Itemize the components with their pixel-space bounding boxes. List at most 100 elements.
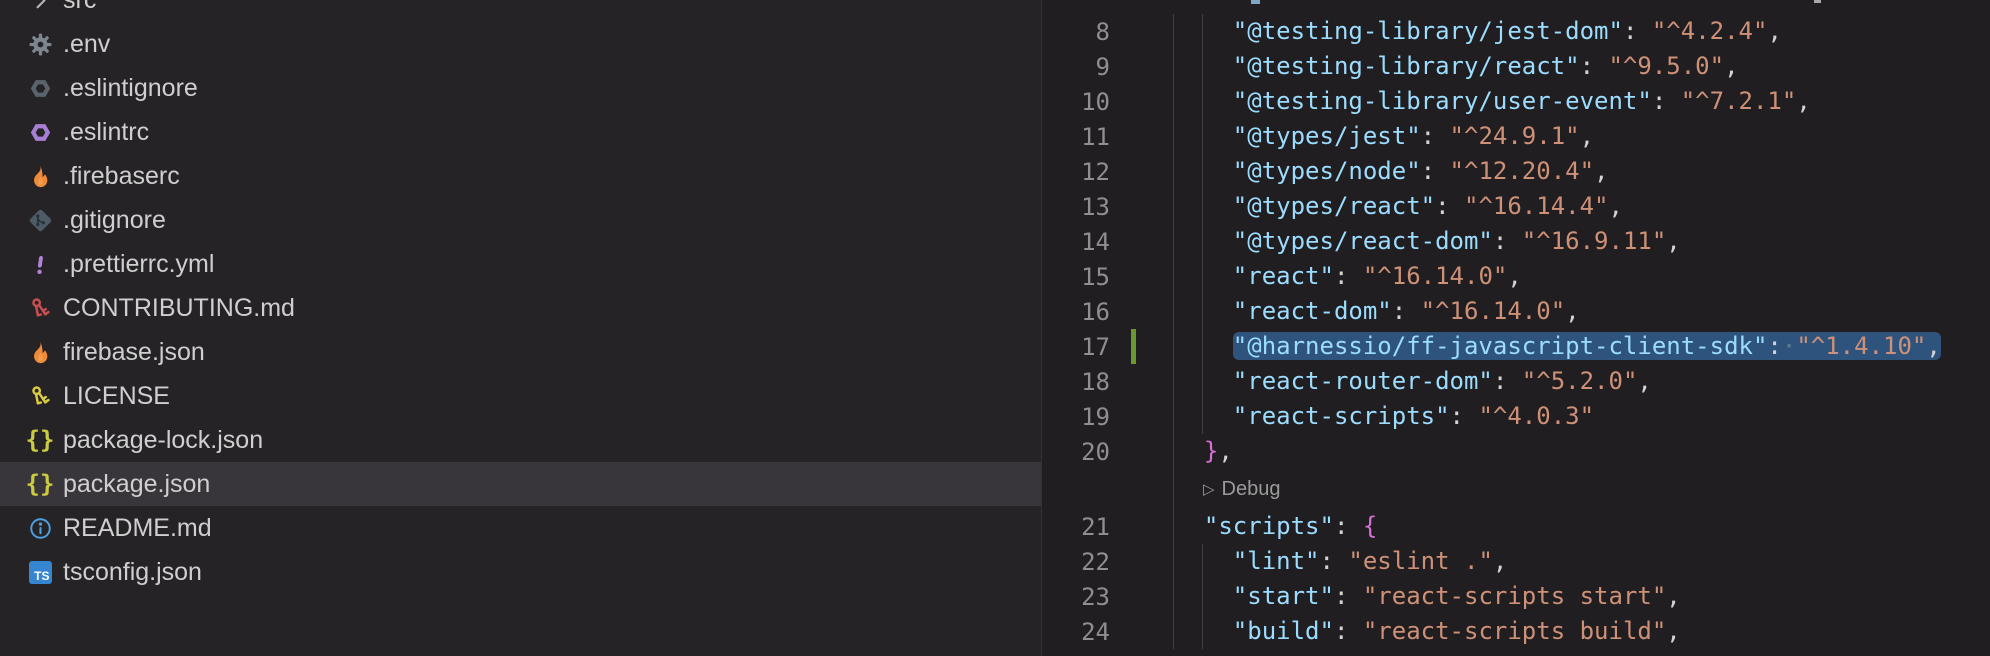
file-item-.firebaserc[interactable]: .firebaserc <box>0 154 1041 198</box>
code-area[interactable]: 8 "@testing-library/jest-dom": "^4.2.4",… <box>1042 14 1990 649</box>
file-item-.env[interactable]: .env <box>0 22 1041 66</box>
codelens-row: ▷ Debug <box>1042 469 1990 509</box>
gear-icon <box>26 30 54 58</box>
code-line-8[interactable]: 8 "@testing-library/jest-dom": "^4.2.4", <box>1042 14 1990 49</box>
code-line-23[interactable]: 23 "start": "react-scripts start", <box>1042 579 1990 614</box>
code-line-14[interactable]: 14 "@types/react-dom": "^16.9.11", <box>1042 224 1990 259</box>
file-label: README.md <box>63 514 212 543</box>
code-text: "@types/node": "^12.20.4", <box>1175 154 1609 189</box>
file-item-.prettierrc.yml[interactable]: .prettierrc.yml <box>0 242 1041 286</box>
code-line-10[interactable]: 10 "@testing-library/user-event": "^7.2.… <box>1042 84 1990 119</box>
code-text: "react": "^16.14.0", <box>1175 259 1522 294</box>
folder-item-src[interactable]: src <box>0 0 1041 22</box>
code-line-21[interactable]: 21 "scripts": { <box>1042 509 1990 544</box>
line-number[interactable]: 22 <box>1042 548 1120 576</box>
line-number[interactable]: 8 <box>1042 18 1120 46</box>
code-line-9[interactable]: 9 "@testing-library/react": "^9.5.0", <box>1042 49 1990 84</box>
editor-pane[interactable]: 8 "@testing-library/jest-dom": "^4.2.4",… <box>1042 0 1990 656</box>
file-label: CONTRIBUTING.md <box>63 294 295 323</box>
line-number[interactable]: 9 <box>1042 53 1120 81</box>
vscode-window: src .env .eslintignore .eslintrc .firebaserc… <box>0 0 1990 656</box>
code-text: "@harnessio/ff-javascript-client-sdk":·"… <box>1175 329 1941 364</box>
file-label: .firebaserc <box>63 162 180 191</box>
code-text: "scripts": { <box>1175 509 1377 544</box>
file-item-.eslintrc[interactable]: .eslintrc <box>0 110 1041 154</box>
line-number[interactable]: 10 <box>1042 88 1120 116</box>
file-item-.eslintignore[interactable]: .eslintignore <box>0 66 1041 110</box>
file-label: .env <box>63 30 110 59</box>
keys-yellow-icon <box>26 382 54 410</box>
file-tree: src .env .eslintignore .eslintrc .firebaserc… <box>0 0 1041 594</box>
code-line-15[interactable]: 15 "react": "^16.14.0", <box>1042 259 1990 294</box>
line-number[interactable]: 16 <box>1042 298 1120 326</box>
code-line-19[interactable]: 19 "react-scripts": "^4.0.3" <box>1042 399 1990 434</box>
line-number[interactable]: 23 <box>1042 583 1120 611</box>
file-label: firebase.json <box>63 338 205 367</box>
file-item-tsconfig.json[interactable]: TS tsconfig.json <box>0 550 1041 594</box>
file-item-package-lock.json[interactable]: {}package-lock.json <box>0 418 1041 462</box>
code-line-13[interactable]: 13 "@types/react": "^16.14.4", <box>1042 189 1990 224</box>
file-label: .prettierrc.yml <box>63 250 214 279</box>
git-diamond-icon <box>26 206 54 234</box>
code-line-22[interactable]: 22 "lint": "eslint .", <box>1042 544 1990 579</box>
explorer-sidebar: src .env .eslintignore .eslintrc .firebaserc… <box>0 0 1042 656</box>
play-outline-icon: ▷ <box>1203 480 1215 498</box>
selection-highlight: "@harnessio/ff-javascript-client-sdk":·"… <box>1233 332 1941 360</box>
code-text: "build": "react-scripts build", <box>1175 614 1681 649</box>
code-line-20[interactable]: 20 }, <box>1042 434 1990 469</box>
file-item-CONTRIBUTING.md[interactable]: CONTRIBUTING.md <box>0 286 1041 330</box>
file-label: LICENSE <box>63 382 170 411</box>
code-line-16[interactable]: 16 "react-dom": "^16.14.0", <box>1042 294 1990 329</box>
line-number[interactable]: 15 <box>1042 263 1120 291</box>
clipped-line-fragment <box>1814 0 1821 3</box>
code-text: "@testing-library/jest-dom": "^4.2.4", <box>1175 14 1782 49</box>
code-line-17[interactable]: 17 "@harnessio/ff-javascript-client-sdk"… <box>1042 329 1990 364</box>
code-text: "react-scripts": "^4.0.3" <box>1175 399 1594 434</box>
code-text: "lint": "eslint .", <box>1175 544 1507 579</box>
file-item-package.json[interactable]: {} package.json <box>0 462 1041 506</box>
line-number[interactable]: 21 <box>1042 513 1120 541</box>
file-label: .gitignore <box>63 206 166 235</box>
keys-red-icon <box>26 294 54 322</box>
line-number[interactable]: 11 <box>1042 123 1120 151</box>
file-item-LICENSE[interactable]: LICENSE <box>0 374 1041 418</box>
line-number[interactable]: 12 <box>1042 158 1120 186</box>
flame-icon <box>26 338 54 366</box>
clipped-line-fragment <box>1251 0 1260 4</box>
git-added-indicator <box>1131 329 1136 364</box>
codelens-debug-link[interactable]: ▷ Debug <box>1203 478 1280 501</box>
code-line-12[interactable]: 12 "@types/node": "^12.20.4", <box>1042 154 1990 189</box>
info-icon <box>26 514 54 542</box>
exclamation-icon <box>26 250 54 278</box>
file-label: .eslintrc <box>63 118 149 147</box>
braces-icon: {} <box>26 470 54 498</box>
code-text: "react-dom": "^16.14.0", <box>1175 294 1580 329</box>
line-number[interactable]: 13 <box>1042 193 1120 221</box>
codelens-label: Debug <box>1222 478 1281 501</box>
file-item-firebase.json[interactable]: firebase.json <box>0 330 1041 374</box>
code-line-18[interactable]: 18 "react-router-dom": "^5.2.0", <box>1042 364 1990 399</box>
ts-badge-icon: TS <box>26 558 54 586</box>
line-number[interactable]: 18 <box>1042 368 1120 396</box>
line-number[interactable]: 19 <box>1042 403 1120 431</box>
file-item-README.md[interactable]: README.md <box>0 506 1041 550</box>
chevron-icon <box>26 0 54 14</box>
line-number[interactable]: 17 <box>1042 333 1120 361</box>
file-label: tsconfig.json <box>63 558 202 587</box>
hexagon-purple-icon <box>26 118 54 146</box>
hexagon-gray-icon <box>26 74 54 102</box>
code-text: "react-router-dom": "^5.2.0", <box>1175 364 1652 399</box>
file-label: src <box>63 0 96 15</box>
file-label: package.json <box>63 470 210 499</box>
code-text: "@testing-library/react": "^9.5.0", <box>1175 49 1739 84</box>
code-line-11[interactable]: 11 "@types/jest": "^24.9.1", <box>1042 119 1990 154</box>
line-number[interactable]: 14 <box>1042 228 1120 256</box>
file-item-.gitignore[interactable]: .gitignore <box>0 198 1041 242</box>
code-line-24[interactable]: 24 "build": "react-scripts build", <box>1042 614 1990 649</box>
code-text: "@types/jest": "^24.9.1", <box>1175 119 1594 154</box>
line-number[interactable]: 24 <box>1042 618 1120 646</box>
code-text: "@types/react-dom": "^16.9.11", <box>1175 224 1681 259</box>
line-number[interactable]: 20 <box>1042 438 1120 466</box>
file-label: .eslintignore <box>63 74 198 103</box>
file-label: package-lock.json <box>63 426 263 455</box>
